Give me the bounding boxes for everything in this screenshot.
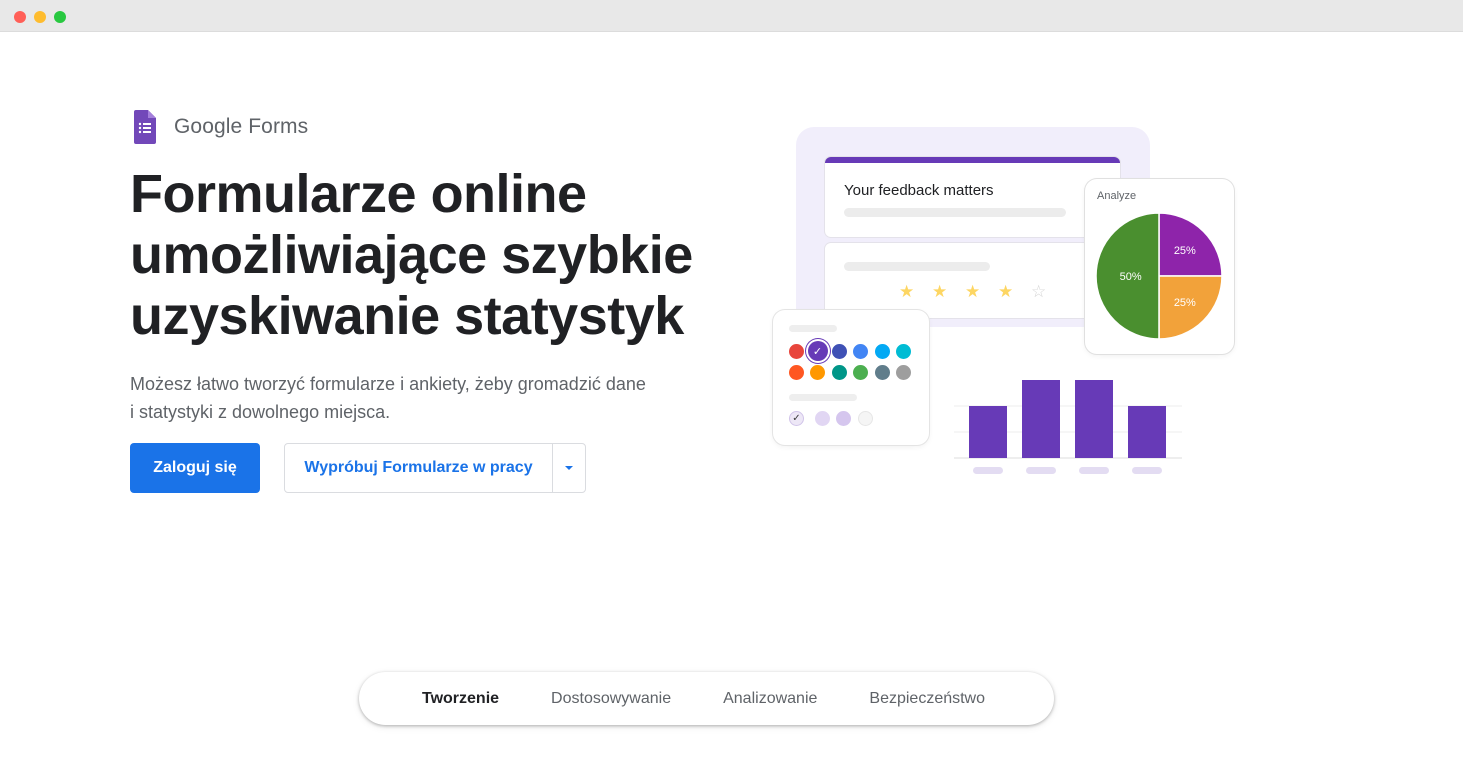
bar (969, 406, 1007, 458)
shade-swatch (858, 411, 873, 426)
check-icon: ✓ (789, 411, 804, 426)
analyze-pie-card: Analyze 25% 25% 50% (1085, 179, 1234, 354)
tab-tworzenie[interactable]: Tworzenie (396, 690, 525, 708)
bar-label-placeholder (1132, 467, 1162, 474)
star-icon: ★ (932, 282, 948, 301)
shade-swatch (836, 411, 851, 426)
color-swatch (874, 364, 890, 380)
google-forms-icon (134, 110, 160, 144)
bar (1022, 380, 1060, 458)
maximize-window-button[interactable] (54, 11, 66, 23)
pie-slice-label: 50% (1120, 271, 1142, 283)
color-swatch (853, 364, 868, 380)
color-swatch-selected: ✓ (807, 341, 828, 361)
star-icon: ★ (899, 282, 915, 301)
theme-color-picker-card: ✓ ✓ (773, 310, 929, 445)
try-forms-at-work-button[interactable]: Wypróbuj Formularze w pracy (285, 444, 552, 492)
sign-in-button[interactable]: Zaloguj się (130, 443, 260, 493)
form-preview-card: Your feedback matters (825, 157, 1120, 237)
pie-slice-label: 25% (1174, 297, 1196, 309)
window-titlebar (0, 0, 1463, 32)
color-swatch (874, 343, 890, 359)
try-at-work-split-button: Wypróbuj Formularze w pracy (284, 443, 586, 493)
color-swatch (831, 364, 847, 380)
bar (1128, 406, 1166, 458)
page-headline: Formularze online umożliwiające szybkie … (130, 164, 750, 347)
caret-down-icon (565, 466, 573, 470)
color-swatch (788, 343, 804, 359)
color-swatch (896, 343, 911, 359)
description-line: Możesz łatwo tworzyć formularze i ankiet… (130, 374, 646, 394)
brand-logo[interactable]: Google Forms (134, 110, 308, 144)
brand-name: Google Forms (174, 115, 309, 138)
hero-description: Możesz łatwo tworzyć formularze i ankiet… (130, 370, 690, 426)
headline-line: uzyskiwanie statystyk (130, 286, 684, 346)
tab-bezpieczenstwo[interactable]: Bezpieczeństwo (843, 690, 1011, 708)
headline-line: Formularze online (130, 164, 587, 224)
tab-dostosowywanie[interactable]: Dostosowywanie (525, 690, 697, 708)
color-swatch (810, 364, 825, 380)
pie-slice-label: 25% (1174, 245, 1196, 257)
bar-label-placeholder (1079, 467, 1109, 474)
color-swatch (896, 364, 911, 380)
pie-card-label: Analyze (1097, 190, 1137, 202)
minimize-window-button[interactable] (34, 11, 46, 23)
color-swatch (853, 343, 868, 359)
star-icon: ★ (965, 282, 981, 301)
description-line: i statystyki z dowolnego miejsca. (130, 402, 391, 422)
headline-line: umożliwiające szybkie (130, 225, 693, 285)
placeholder-line (789, 325, 837, 332)
bar-label-placeholder (973, 467, 1003, 474)
form-preview-title: Your feedback matters (844, 182, 994, 199)
try-at-work-dropdown-button[interactable] (552, 444, 585, 492)
color-swatch (788, 364, 804, 380)
shade-swatch (815, 411, 830, 426)
bar-label-placeholder (1026, 467, 1056, 474)
close-window-button[interactable] (14, 11, 26, 23)
bar (1075, 380, 1113, 458)
placeholder-line (844, 208, 1066, 217)
feature-tabs: Tworzenie Dostosowywanie Analizowanie Be… (359, 672, 1054, 725)
star-empty-icon: ☆ (1031, 282, 1047, 301)
placeholder-line (789, 394, 857, 401)
star-icon: ★ (998, 282, 1014, 301)
tab-analizowanie[interactable]: Analizowanie (697, 690, 843, 708)
pie-chart: 25% 25% 50% (1095, 212, 1223, 340)
color-swatch (831, 343, 847, 359)
bar-chart (954, 380, 1182, 474)
placeholder-line (844, 262, 990, 271)
rating-question-card: ★ ★ ★ ★ ☆ (825, 243, 1120, 318)
